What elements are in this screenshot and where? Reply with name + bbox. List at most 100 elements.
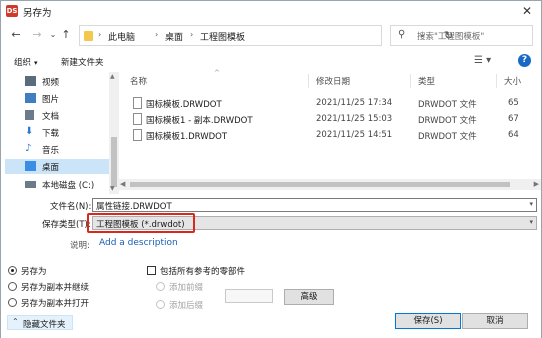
search-icon: ⚲ (398, 29, 406, 40)
sidebar-item-label: 音乐 (42, 146, 60, 156)
column-divider[interactable] (410, 74, 411, 88)
column-divider[interactable] (496, 74, 497, 88)
filename-input[interactable]: 属性链接.DRWDOT ▾ (92, 198, 537, 212)
download-icon: ⬇ (25, 126, 34, 137)
file-row[interactable]: 国标模板1 - 副本.DRWDOT 2021/11/25 15:03 DRWDO… (126, 112, 536, 127)
help-icon[interactable]: ? (518, 54, 531, 67)
search-box[interactable]: ⚲ 搜索"工程图模板" (390, 25, 533, 46)
search-placeholder: 搜索"工程图模板" (417, 32, 485, 42)
file-date: 2021/11/25 17:34 (316, 98, 393, 108)
file-name: 国标模板1 - 副本.DRWDOT (146, 116, 253, 126)
video-icon (25, 76, 36, 86)
sidebar-item-documents[interactable]: 文档 (5, 108, 109, 123)
add-prefix-label: 添加前缀 (169, 283, 204, 293)
radio-save-copy-continue[interactable] (8, 282, 17, 291)
chevron-down-icon[interactable]: ▾ (529, 218, 533, 226)
column-header-size[interactable]: 大小 (504, 75, 521, 87)
file-date: 2021/11/25 15:03 (316, 114, 393, 124)
breadcrumb-template-folder[interactable]: 工程图模板 (200, 30, 245, 43)
picture-icon (25, 93, 36, 103)
filename-label: 文件名(N): (50, 202, 92, 212)
sidebar-item-pictures[interactable]: 图片 (5, 91, 109, 106)
filename-value: 属性链接.DRWDOT (96, 202, 172, 212)
file-size: 65 (508, 98, 519, 108)
sidebar-item-videos[interactable]: 视频 (5, 74, 109, 89)
cancel-button[interactable]: 取消 (462, 313, 528, 329)
title-bar: DS 另存为 ✕ (1, 1, 541, 21)
hide-folders-label: 隐藏文件夹 (23, 320, 66, 330)
sidebar-item-music[interactable]: ♪ 音乐 (5, 142, 109, 157)
radio-save-as-label[interactable]: 另存为 (21, 265, 47, 277)
sidebar-item-label: 桌面 (42, 163, 60, 173)
sidebar-item-label: 视频 (42, 78, 60, 88)
file-size: 67 (508, 114, 519, 124)
horizontal-scrollbar[interactable]: ◀ ▶ (118, 179, 541, 190)
include-references-label[interactable]: 包括所有参考的零部件 (160, 265, 245, 277)
save-options-panel: 文件名(N): 属性链接.DRWDOT ▾ 保存类型(T): 工程图模板 (*.… (1, 196, 541, 338)
file-icon (133, 129, 142, 141)
scroll-thumb[interactable] (130, 182, 510, 187)
scroll-up-icon[interactable]: ▲ (110, 73, 115, 80)
column-divider[interactable] (308, 74, 309, 88)
radio-save-copy-open[interactable] (8, 298, 17, 307)
file-name: 国标模板.DRWDOT (146, 100, 222, 110)
advanced-button[interactable]: 高级 (284, 289, 334, 305)
sidebar-item-label: 图片 (42, 95, 60, 105)
file-list: ^ 名称 修改日期 类型 大小 国标模板.DRWDOT 2021/11/25 1… (118, 69, 541, 194)
file-row[interactable]: 国标模板1.DRWDOT 2021/11/25 14:51 DRWDOT 文件 … (126, 128, 536, 143)
add-suffix-label: 添加后缀 (169, 301, 204, 311)
scroll-right-icon[interactable]: ▶ (534, 180, 539, 188)
chevron-down-icon: ▾ (34, 59, 38, 67)
breadcrumb-desktop[interactable]: 桌面 (165, 30, 183, 43)
file-row[interactable]: 国标模板.DRWDOT 2021/11/25 17:34 DRWDOT 文件 6… (126, 96, 536, 111)
organize-label: 组织 (14, 58, 32, 68)
highlight-annotation (87, 213, 195, 233)
address-bar[interactable]: › 此电脑 › 桌面 › 工程图模板 ⌄ ↻ (79, 25, 453, 46)
sidebar-item-label: 下载 (42, 129, 60, 139)
radio-add-prefix[interactable] (156, 282, 165, 291)
sidebar-item-desktop[interactable]: 桌面 (5, 159, 109, 174)
view-options-icon[interactable]: ☰ ▾ (474, 55, 491, 66)
radio-save-as[interactable] (8, 266, 17, 275)
navigation-pane: 视频 图片 文档 ⬇ 下载 ♪ 音乐 桌面 本地磁盘 (C:) ▲ ▼ (5, 72, 119, 194)
close-button[interactable]: ✕ (519, 3, 535, 19)
radio-add-suffix[interactable] (156, 300, 165, 309)
column-header-name[interactable]: 名称 (130, 75, 147, 87)
forward-icon[interactable]: → (30, 28, 44, 42)
app-icon: DS (6, 5, 18, 17)
column-header-type[interactable]: 类型 (418, 75, 435, 87)
sidebar-item-downloads[interactable]: ⬇ 下载 (5, 125, 109, 140)
breadcrumb-this-pc[interactable]: 此电脑 (108, 30, 135, 43)
hide-folders-button[interactable]: ⌃ 隐藏文件夹 (7, 315, 73, 330)
radio-save-copy-continue-label[interactable]: 另存为副本并继续 (21, 281, 89, 293)
navigation-bar: ← → ⌄ ↑ › 此电脑 › 桌面 › 工程图模板 ⌄ ↻ ⚲ 搜索"工程图模… (1, 23, 541, 49)
chevron-down-icon[interactable]: ▾ (529, 200, 533, 208)
crumb-separator: › (190, 30, 194, 39)
back-icon[interactable]: ← (9, 28, 23, 42)
sidebar-item-local-disk[interactable]: 本地磁盘 (C:) (5, 177, 109, 192)
prefix-suffix-input[interactable] (225, 289, 273, 303)
scroll-left-icon[interactable]: ◀ (120, 180, 125, 188)
radio-save-copy-open-label[interactable]: 另存为副本并打开 (21, 297, 89, 309)
file-icon (133, 97, 142, 109)
scroll-down-icon[interactable]: ▼ (110, 185, 115, 192)
crumb-separator: › (155, 30, 159, 39)
scroll-thumb[interactable] (111, 137, 117, 187)
folder-icon (84, 31, 93, 41)
add-description-link[interactable]: Add a description (99, 238, 178, 248)
new-folder-button[interactable]: 新建文件夹 (61, 56, 104, 68)
file-size: 64 (508, 130, 519, 140)
organize-menu[interactable]: 组织 ▾ (14, 56, 38, 68)
command-toolbar: 组织 ▾ 新建文件夹 ☰ ▾ ? (1, 52, 541, 72)
save-button[interactable]: 保存(S) (395, 313, 461, 329)
file-type: DRWDOT 文件 (418, 132, 477, 142)
include-references-checkbox[interactable] (147, 266, 156, 275)
up-folder-icon[interactable]: ↑ (59, 28, 73, 42)
sort-indicator-icon: ^ (214, 69, 220, 77)
file-name: 国标模板1.DRWDOT (146, 132, 228, 142)
save-as-dialog: DS 另存为 ✕ ← → ⌄ ↑ › 此电脑 › 桌面 › 工程图模板 ⌄ ↻ … (0, 0, 542, 338)
drive-icon (25, 181, 36, 188)
recent-locations-dropdown-icon[interactable]: ⌄ (46, 28, 60, 42)
crumb-separator: › (98, 30, 102, 39)
column-header-date[interactable]: 修改日期 (316, 75, 350, 87)
